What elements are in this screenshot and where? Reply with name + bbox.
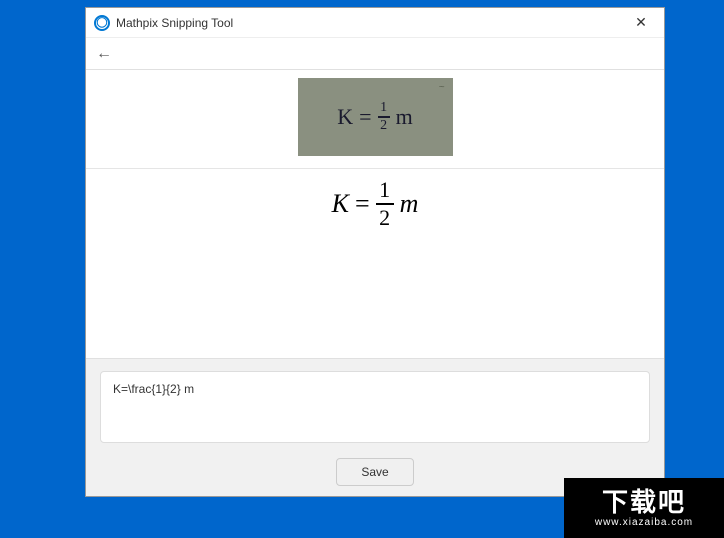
watermark: 下载吧 www.xiazaiba.com xyxy=(564,478,724,538)
math-var-m: m xyxy=(400,189,419,219)
back-button[interactable]: ← xyxy=(96,45,112,63)
hw-numerator: 1 xyxy=(380,101,387,115)
content-spacer xyxy=(86,247,664,359)
handwriting-equation: K = 1 2 m xyxy=(337,101,412,133)
image-artifact: ~ xyxy=(439,82,445,93)
content-area: ~ K = 1 2 m K = 1 xyxy=(86,70,664,496)
math-denominator: 2 xyxy=(379,207,390,229)
hw-equals: = xyxy=(359,104,371,130)
app-window: ◯ Mathpix Snipping Tool ✕ ← ~ K = 1 2 m xyxy=(85,7,665,497)
math-equals: = xyxy=(355,189,370,219)
handwriting-image: ~ K = 1 2 m xyxy=(298,78,453,156)
close-button[interactable]: ✕ xyxy=(626,9,656,37)
math-var-k: K xyxy=(332,189,349,219)
hw-var-k: K xyxy=(337,104,353,130)
titlebar: ◯ Mathpix Snipping Tool ✕ xyxy=(86,8,664,38)
hw-denominator: 2 xyxy=(380,119,387,133)
toolbar: ← xyxy=(86,38,664,70)
hw-fraction: 1 2 xyxy=(378,101,390,133)
window-title: Mathpix Snipping Tool xyxy=(116,16,626,30)
snip-image-section: ~ K = 1 2 m xyxy=(86,70,664,168)
rendered-equation: K = 1 2 m xyxy=(332,179,419,229)
math-numerator: 1 xyxy=(379,179,390,201)
watermark-url: www.xiazaiba.com xyxy=(595,517,693,528)
watermark-text: 下载吧 xyxy=(602,489,686,515)
rendered-math-section: K = 1 2 m xyxy=(86,169,664,247)
app-icon: ◯ xyxy=(94,15,110,31)
math-fraction: 1 2 xyxy=(376,179,394,229)
input-section: Save xyxy=(86,358,664,496)
latex-input[interactable] xyxy=(100,371,650,443)
save-button[interactable]: Save xyxy=(336,458,413,486)
hw-var-m: m xyxy=(396,104,413,130)
